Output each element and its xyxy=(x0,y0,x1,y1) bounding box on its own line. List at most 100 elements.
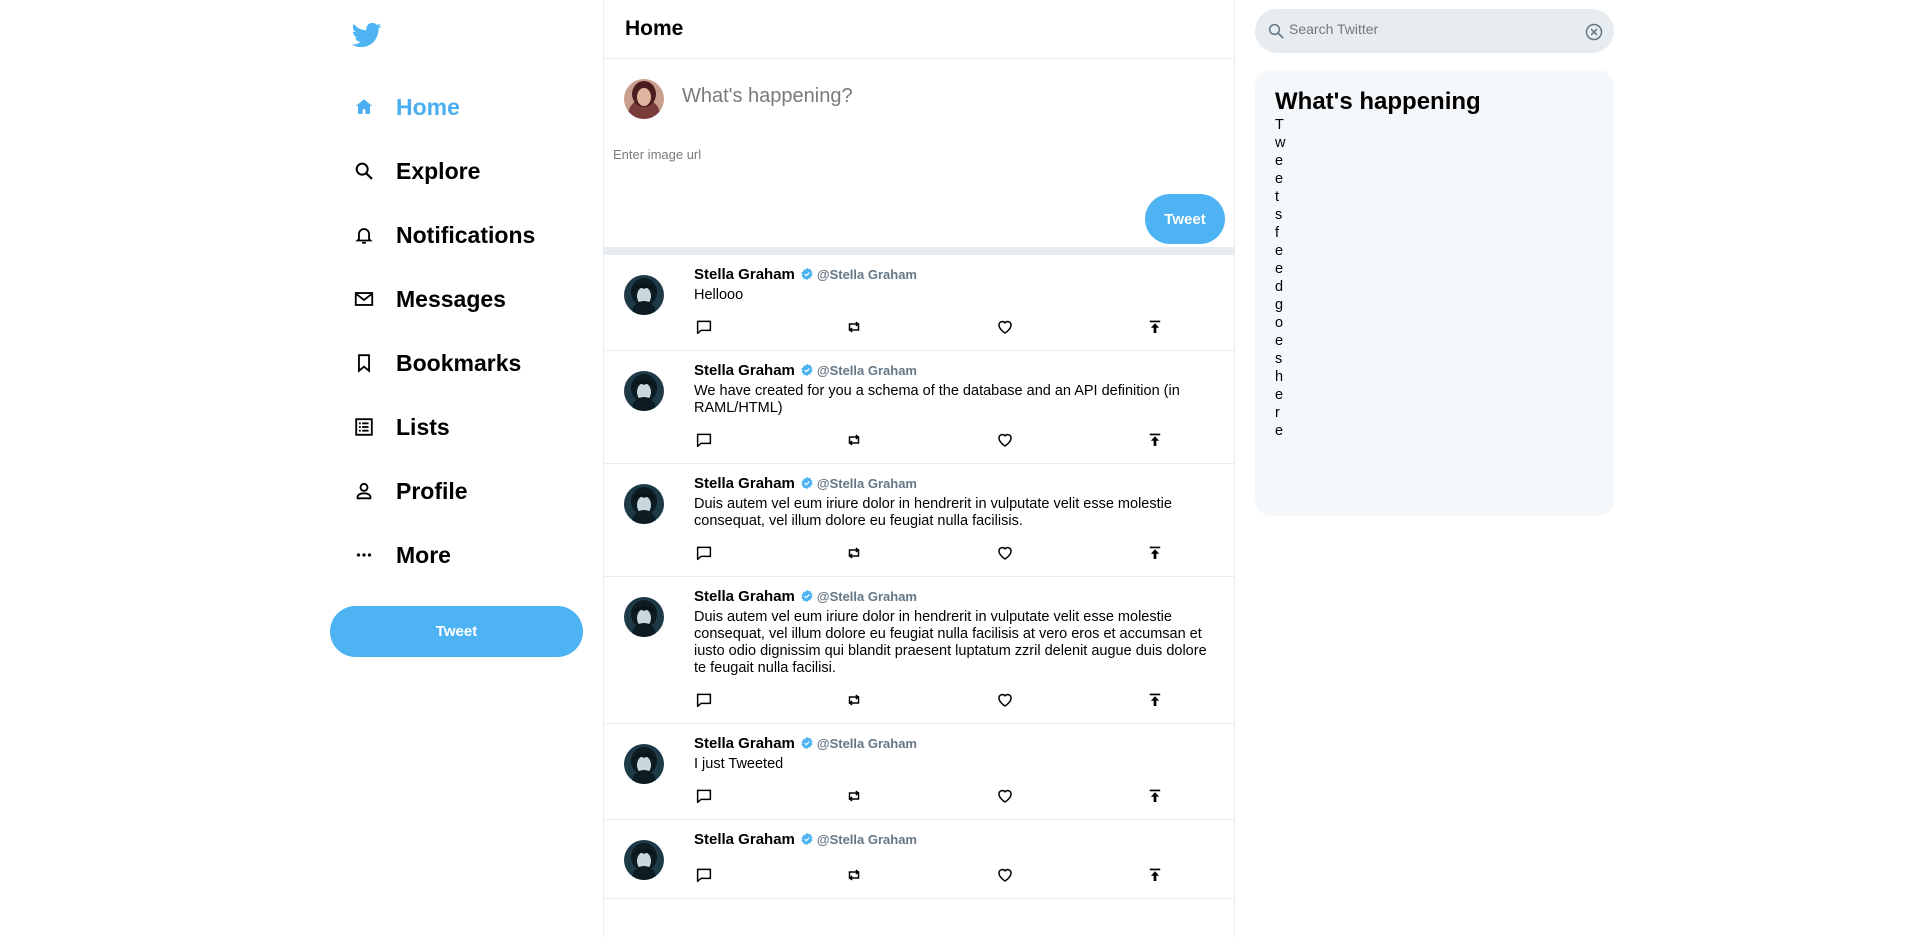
sidebar-tweet-button[interactable]: Tweet xyxy=(330,606,583,657)
avatar[interactable] xyxy=(624,597,664,637)
page-title: Home xyxy=(625,17,684,40)
tweet-actions xyxy=(694,773,1222,819)
search-icon xyxy=(1267,22,1285,40)
share-icon[interactable] xyxy=(1145,543,1165,563)
tweet-item[interactable]: Stella Graham @Stella Graham Duis autem ve… xyxy=(604,464,1234,577)
retweet-icon[interactable] xyxy=(844,690,864,710)
sidebar-item-notifications[interactable]: Notifications xyxy=(352,215,535,255)
reply-icon[interactable] xyxy=(694,430,714,450)
sidebar-item-home[interactable]: Home xyxy=(352,87,460,127)
tweet-body: Stella Graham @Stella Graham xyxy=(694,820,1234,898)
sidebar-item-messages[interactable]: Messages xyxy=(352,279,506,319)
mail-icon xyxy=(352,287,376,311)
tweet-handle: @Stella Graham xyxy=(816,831,917,847)
sidebar-item-bookmarks[interactable]: Bookmarks xyxy=(352,343,521,383)
tweet-author-name[interactable]: Stella Graham xyxy=(694,588,795,605)
share-icon[interactable] xyxy=(1145,786,1165,806)
tweet-author-name[interactable]: Stella Graham xyxy=(694,475,795,492)
bell-icon xyxy=(352,223,376,247)
sidebar: Home Explore Notifications Messages Book… xyxy=(330,0,585,937)
like-icon[interactable] xyxy=(995,430,1015,450)
reply-icon[interactable] xyxy=(694,865,714,885)
reply-icon[interactable] xyxy=(694,786,714,806)
tweet-handle: @Stella Graham xyxy=(816,475,917,491)
tweet-header: Stella Graham @Stella Graham xyxy=(694,734,1222,752)
share-icon[interactable] xyxy=(1145,430,1165,450)
twitter-bird-icon[interactable] xyxy=(351,20,382,50)
tweet-text: I just Tweeted xyxy=(694,756,784,772)
person-icon xyxy=(352,479,376,503)
retweet-icon[interactable] xyxy=(844,543,864,563)
tweet-item[interactable]: Stella Graham @Stella Graham Duis autem ve… xyxy=(604,577,1234,724)
like-icon[interactable] xyxy=(995,543,1015,563)
tweet-author-name[interactable]: Stella Graham xyxy=(694,831,795,848)
sidebar-item-label: More xyxy=(396,541,451,568)
tweet-header: Stella Graham @Stella Graham xyxy=(694,587,1222,605)
search-input[interactable] xyxy=(1289,21,1569,37)
verified-badge-icon xyxy=(800,736,814,750)
tweet-body: Stella Graham @Stella Graham Hellooo xyxy=(694,255,1234,350)
tweet-author-name[interactable]: Stella Graham xyxy=(694,266,795,283)
sidebar-item-more[interactable]: More xyxy=(352,535,451,575)
compose-tweet-button[interactable]: Tweet xyxy=(1145,194,1225,244)
avatar[interactable] xyxy=(624,371,664,411)
list-icon xyxy=(352,415,376,439)
sidebar-item-profile[interactable]: Profile xyxy=(352,471,468,511)
tweet-body: Stella Graham @Stella Graham I just Tweete… xyxy=(694,724,1234,819)
feed-header: Home xyxy=(604,0,1234,59)
clear-search-icon[interactable] xyxy=(1584,22,1604,42)
tweet-header: Stella Graham @Stella Graham xyxy=(694,265,1222,283)
compose-input[interactable] xyxy=(682,85,1202,108)
avatar[interactable] xyxy=(624,840,664,880)
verified-badge-icon xyxy=(800,476,814,490)
sidebar-item-lists[interactable]: Lists xyxy=(352,407,450,447)
tweet-actions xyxy=(694,417,1222,463)
like-icon[interactable] xyxy=(995,690,1015,710)
reply-icon[interactable] xyxy=(694,317,714,337)
retweet-icon[interactable] xyxy=(844,430,864,450)
like-icon[interactable] xyxy=(995,786,1015,806)
retweet-icon[interactable] xyxy=(844,865,864,885)
avatar[interactable] xyxy=(624,484,664,524)
sidebar-item-explore[interactable]: Explore xyxy=(352,151,480,191)
tweet-text: We have created for you a schema of the … xyxy=(694,383,1180,416)
verified-badge-icon xyxy=(800,589,814,603)
tweet-body: Stella Graham @Stella Graham Duis autem ve… xyxy=(694,464,1234,576)
verified-badge-icon xyxy=(800,267,814,281)
tweet-handle: @Stella Graham xyxy=(816,266,917,282)
share-icon[interactable] xyxy=(1145,690,1165,710)
tweet-author-name[interactable]: Stella Graham xyxy=(694,735,795,752)
tweet-list: Stella Graham @Stella Graham Hellooo Stella… xyxy=(604,255,1234,899)
image-url-input[interactable] xyxy=(613,147,913,162)
tweet-item[interactable]: Stella Graham @Stella Graham We have creat… xyxy=(604,351,1234,464)
verified-badge-icon xyxy=(800,363,814,377)
main-feed: Home Tweet Stella Graham @Stella Graham He… xyxy=(603,0,1235,937)
tweet-item[interactable]: Stella Graham @Stella Graham I just Tweete… xyxy=(604,724,1234,820)
tweet-item[interactable]: Stella Graham @Stella Graham Hellooo xyxy=(604,255,1234,351)
retweet-icon[interactable] xyxy=(844,786,864,806)
like-icon[interactable] xyxy=(995,865,1015,885)
avatar[interactable] xyxy=(624,275,664,315)
tweet-actions xyxy=(694,852,1222,898)
retweet-icon[interactable] xyxy=(844,317,864,337)
tweet-actions xyxy=(694,677,1222,723)
trends-title: What's happening xyxy=(1275,88,1481,115)
avatar xyxy=(624,79,664,119)
tweet-item[interactable]: Stella Graham @Stella Graham xyxy=(604,820,1234,899)
avatar[interactable] xyxy=(624,744,664,784)
tweet-header: Stella Graham @Stella Graham xyxy=(694,830,1222,848)
sidebar-item-label: Lists xyxy=(396,413,450,440)
share-icon[interactable] xyxy=(1145,317,1165,337)
sidebar-item-label: Messages xyxy=(396,285,506,312)
trends-panel: What's happening Tweets feed goes here xyxy=(1255,70,1614,516)
tweet-header: Stella Graham @Stella Graham xyxy=(694,474,1222,492)
sidebar-item-label: Notifications xyxy=(396,221,536,248)
like-icon[interactable] xyxy=(995,317,1015,337)
share-icon[interactable] xyxy=(1145,865,1165,885)
reply-icon[interactable] xyxy=(694,543,714,563)
tweet-header: Stella Graham @Stella Graham xyxy=(694,361,1222,379)
tweet-author-name[interactable]: Stella Graham xyxy=(694,362,795,379)
home-icon xyxy=(352,95,376,119)
reply-icon[interactable] xyxy=(694,690,714,710)
verified-badge-icon xyxy=(800,832,814,846)
